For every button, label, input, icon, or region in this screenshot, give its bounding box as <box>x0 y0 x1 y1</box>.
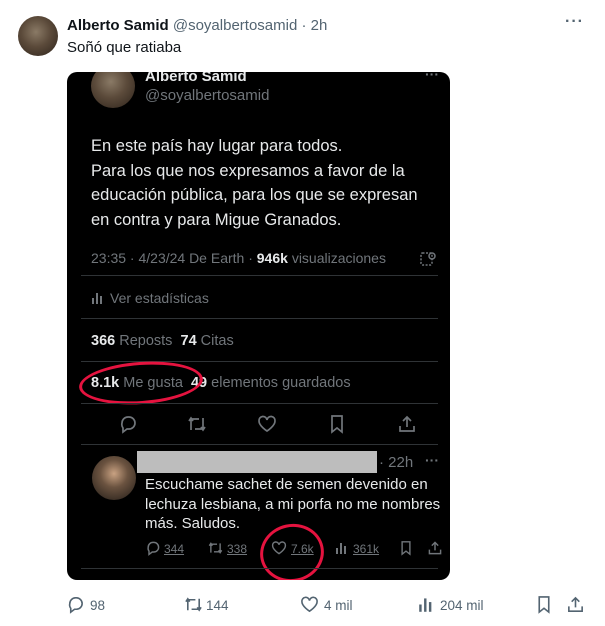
post-actions: 98 144 4 mil 204 mil <box>0 594 605 616</box>
repost-button[interactable] <box>183 595 204 614</box>
red-circle-annotation <box>77 357 205 409</box>
divider <box>81 403 438 404</box>
quoted-views-value: 946k <box>256 250 288 266</box>
reply-button[interactable] <box>66 595 85 614</box>
more-options-icon[interactable]: ··· <box>565 13 584 31</box>
reply-repost-count: 338 <box>227 542 248 556</box>
reply-more-icon: ··· <box>425 452 439 468</box>
reply-views-icon <box>335 540 349 559</box>
divider <box>81 275 438 276</box>
quoted-author-name: Alberto Samid <box>145 72 247 85</box>
like-count[interactable]: 4 mil <box>324 598 353 613</box>
quoted-text-line: educación pública, para los que se expre… <box>91 186 418 204</box>
reply-bookmark-icon <box>399 540 413 559</box>
quoted-text: En este país hay lugar para todos. Para … <box>91 134 418 232</box>
reply-avatar <box>92 456 136 500</box>
grok-icon <box>419 250 437 273</box>
quoted-text-line: Para los que nos expresamos a favor de l… <box>91 161 405 180</box>
bookmark-button[interactable] <box>535 595 553 614</box>
quoted-avatar <box>91 72 135 108</box>
reply-reply-icon <box>145 540 161 559</box>
reply-share-icon <box>427 540 443 559</box>
quoted-views-label: visualizaciones <box>291 250 386 266</box>
author-name[interactable]: Alberto Samid <box>67 17 169 34</box>
view-stats-link: Ver estadísticas <box>110 290 209 306</box>
reposts-label: Reposts <box>119 333 173 349</box>
reposts-quotes-row: 366 Reposts 74 Citas <box>91 333 234 349</box>
bookmark-icon <box>328 414 346 434</box>
quotes-value: 74 <box>180 333 197 349</box>
quoted-text-line: en contra y para Migue Granados. <box>91 210 342 229</box>
reposts-value: 366 <box>91 333 116 349</box>
share-button[interactable] <box>566 595 585 614</box>
analytics-icon <box>91 291 105 310</box>
divider <box>81 444 438 445</box>
like-icon <box>257 414 277 434</box>
reply-views-count: 361k <box>353 542 380 556</box>
reply-time: · 22h <box>379 454 414 471</box>
attached-image[interactable]: Alberto Samid @soyalbertosamid ··· En es… <box>67 72 450 580</box>
post-time[interactable]: 2h <box>311 17 328 34</box>
quotes-label: Citas <box>200 333 234 349</box>
reply-text-line: Escuchame sachet de semen devenido en <box>145 476 428 493</box>
view-count[interactable]: 204 mil <box>440 598 484 613</box>
reply-text-line: lechuza lesbiana, a mi porfa no me nombr… <box>145 495 441 513</box>
reply-repost-icon <box>207 540 224 559</box>
quoted-more-icon: ··· <box>425 72 439 82</box>
header-separator: · <box>301 17 307 34</box>
quoted-timestamp: 23:35 · 4/23/24 De Earth · <box>91 250 253 266</box>
author-handle[interactable]: @soyalbertosamid <box>173 17 297 34</box>
redacted-username <box>137 451 377 473</box>
views-icon[interactable] <box>418 596 435 613</box>
like-button[interactable] <box>300 595 319 614</box>
divider <box>81 568 438 569</box>
quoted-handle: @soyalbertosamid <box>145 87 270 104</box>
post-header: Alberto Samid @soyalbertosamid · 2h <box>67 17 327 34</box>
repost-icon <box>186 414 208 434</box>
reply-reply-count: 344 <box>164 542 185 556</box>
author-avatar[interactable] <box>18 16 58 56</box>
divider <box>81 318 438 319</box>
quoted-text-line: En este país hay lugar para todos. <box>91 137 343 155</box>
bookmarks-label: elementos guardados <box>211 375 351 391</box>
post-text: Soñó que ratiaba <box>67 39 182 56</box>
quoted-meta: 23:35 · 4/23/24 De Earth · 946k visualiz… <box>91 250 386 266</box>
reply-icon <box>118 414 138 434</box>
share-icon <box>397 414 417 434</box>
repost-count[interactable]: 144 <box>206 598 229 613</box>
reply-count[interactable]: 98 <box>90 598 105 613</box>
